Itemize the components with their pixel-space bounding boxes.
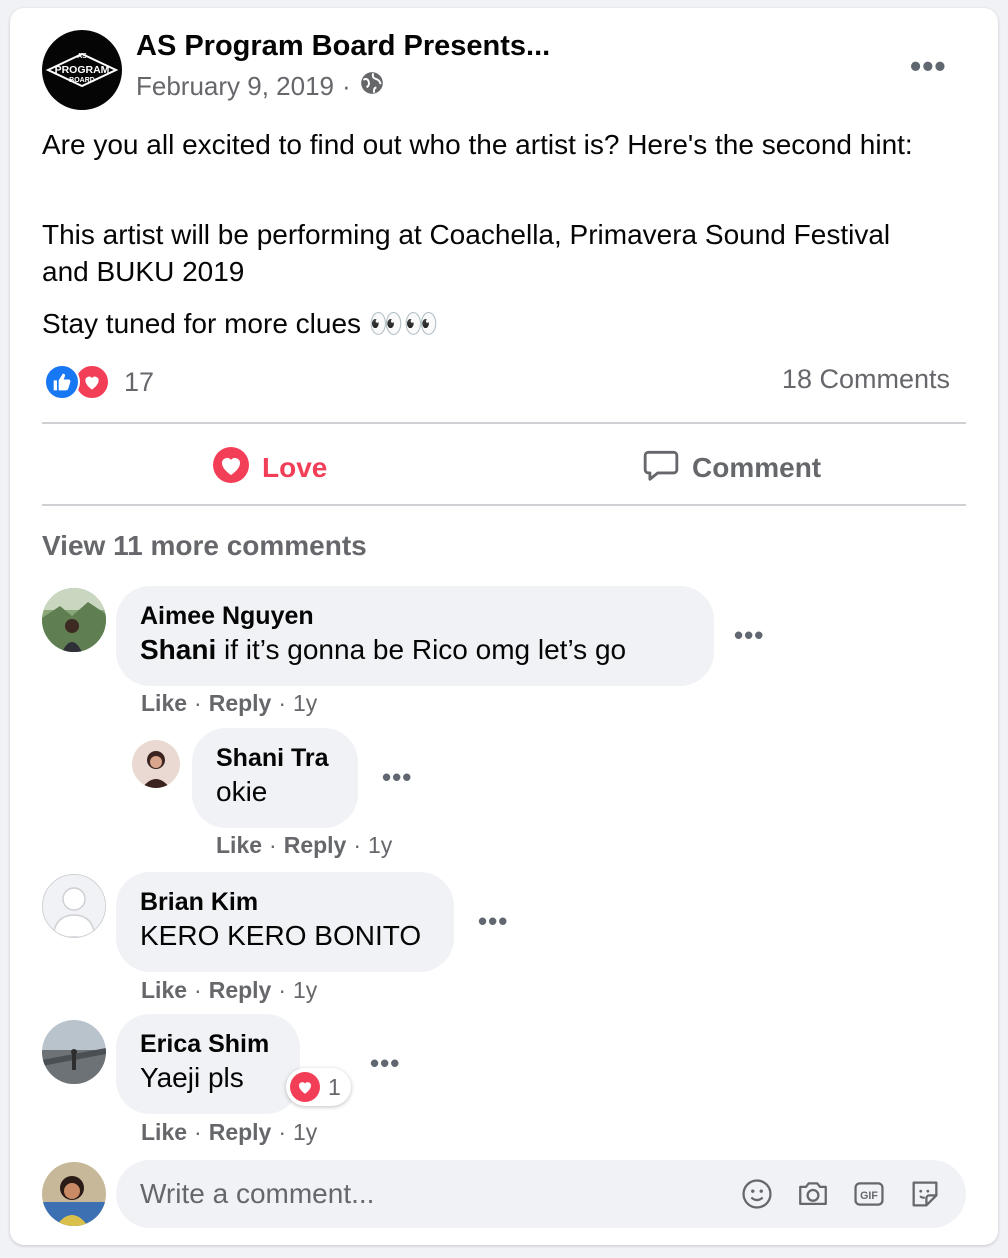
- meta-separator: ·: [342, 71, 351, 101]
- comment-bubble: Aimee Nguyen Shani if it’s gonna be Rico…: [116, 586, 714, 686]
- comment-time[interactable]: 1y: [368, 832, 392, 859]
- comment-time[interactable]: 1y: [293, 690, 317, 717]
- comment-author[interactable]: Shani Tra: [216, 742, 334, 774]
- comment-text: Shani if it’s gonna be Rico omg let’s go: [140, 632, 690, 668]
- globe-icon: [359, 70, 385, 103]
- reply-link[interactable]: Reply: [209, 1119, 272, 1146]
- reply-link[interactable]: Reply: [209, 977, 272, 1004]
- comment-text: Yaeji pls: [140, 1062, 244, 1093]
- comment-meta: Like · Reply · 1y: [141, 690, 318, 717]
- camera-icon[interactable]: [796, 1177, 830, 1211]
- svg-text:GIF: GIF: [860, 1190, 878, 1202]
- comment-text: KERO KERO BONITO: [140, 920, 422, 951]
- comments-count[interactable]: 18 Comments: [782, 364, 950, 395]
- comment-bubble: Shani Tra okie: [192, 728, 358, 828]
- comment-label: Comment: [692, 452, 822, 483]
- reply-link[interactable]: Reply: [284, 832, 347, 859]
- logo-main-text: PROGRAM: [55, 64, 110, 76]
- view-more-comments-link[interactable]: View 11 more comments: [42, 530, 367, 562]
- comment-reaction-badge[interactable]: 1: [286, 1068, 351, 1106]
- comment-button[interactable]: Comment: [642, 440, 821, 496]
- post-paragraph-2: This artist will be performing at Coache…: [42, 219, 891, 287]
- divider: [42, 422, 966, 424]
- current-user-avatar[interactable]: [42, 1162, 106, 1226]
- gif-icon[interactable]: GIF: [852, 1177, 886, 1211]
- composer-icons: GIF: [740, 1177, 942, 1211]
- like-link[interactable]: Like: [141, 1119, 187, 1146]
- comment-author[interactable]: Erica Shim: [140, 1028, 276, 1060]
- heart-icon: [212, 446, 250, 491]
- comment-author[interactable]: Brian Kim: [140, 886, 430, 918]
- reaction-count: 17: [124, 366, 155, 397]
- smiley-icon[interactable]: [740, 1177, 774, 1211]
- comment-options-icon[interactable]: •••: [478, 906, 508, 937]
- love-label: Love: [262, 452, 328, 483]
- logo-bottom-text: BOARD: [69, 77, 95, 84]
- like-link[interactable]: Like: [141, 977, 187, 1004]
- comment-options-icon[interactable]: •••: [382, 762, 412, 793]
- comment-text: okie: [216, 776, 268, 807]
- sticker-icon[interactable]: [908, 1177, 942, 1211]
- comment-time[interactable]: 1y: [293, 977, 317, 1004]
- comment-time[interactable]: 1y: [293, 1119, 317, 1146]
- comment-options-icon[interactable]: •••: [734, 620, 764, 651]
- post-date[interactable]: February 9, 2019: [136, 71, 334, 102]
- comment-meta: Like · Reply · 1y: [141, 1119, 318, 1146]
- avatar[interactable]: [42, 1020, 106, 1084]
- comment-meta: Like · Reply · 1y: [141, 977, 318, 1004]
- like-link[interactable]: Like: [141, 690, 187, 717]
- page-name[interactable]: AS Program Board Presents...: [136, 30, 550, 63]
- comment-author[interactable]: Aimee Nguyen: [140, 600, 690, 632]
- post-card: AS PROGRAM BOARD AS Program Board Presen…: [10, 8, 998, 1245]
- comment-bubble: Brian Kim KERO KERO BONITO: [116, 872, 454, 972]
- mention-link[interactable]: Shani: [140, 634, 216, 665]
- comment-bubble: Erica Shim Yaeji pls: [116, 1014, 300, 1114]
- reactions-summary[interactable]: 17: [44, 364, 154, 400]
- post-paragraph-1: Are you all excited to find out who the …: [42, 129, 913, 160]
- comment-input[interactable]: [140, 1178, 740, 1210]
- avatar[interactable]: [42, 588, 106, 652]
- program-board-logo: AS PROGRAM BOARD: [45, 52, 119, 88]
- logo-top-text: AS: [77, 53, 87, 60]
- post-options-icon[interactable]: •••: [910, 50, 947, 82]
- thumbs-up-icon: [44, 364, 80, 400]
- avatar[interactable]: [42, 874, 106, 938]
- comment-body: if it’s gonna be Rico omg let’s go: [216, 634, 627, 665]
- page-avatar[interactable]: AS PROGRAM BOARD: [42, 30, 122, 110]
- post-paragraph-3: Stay tuned for more clues 👀👀: [42, 308, 439, 339]
- post-meta: February 9, 2019 ·: [136, 70, 385, 103]
- avatar[interactable]: [132, 740, 180, 788]
- comment-meta: Like · Reply · 1y: [216, 832, 393, 859]
- comment-options-icon[interactable]: •••: [370, 1048, 400, 1079]
- speech-bubble-icon: [642, 446, 680, 491]
- comment-composer: GIF: [116, 1160, 966, 1228]
- divider: [42, 504, 966, 506]
- love-button[interactable]: Love: [212, 440, 327, 496]
- heart-icon: [290, 1072, 320, 1102]
- comment-reaction-count: 1: [328, 1073, 341, 1100]
- reply-link[interactable]: Reply: [209, 690, 272, 717]
- like-link[interactable]: Like: [216, 832, 262, 859]
